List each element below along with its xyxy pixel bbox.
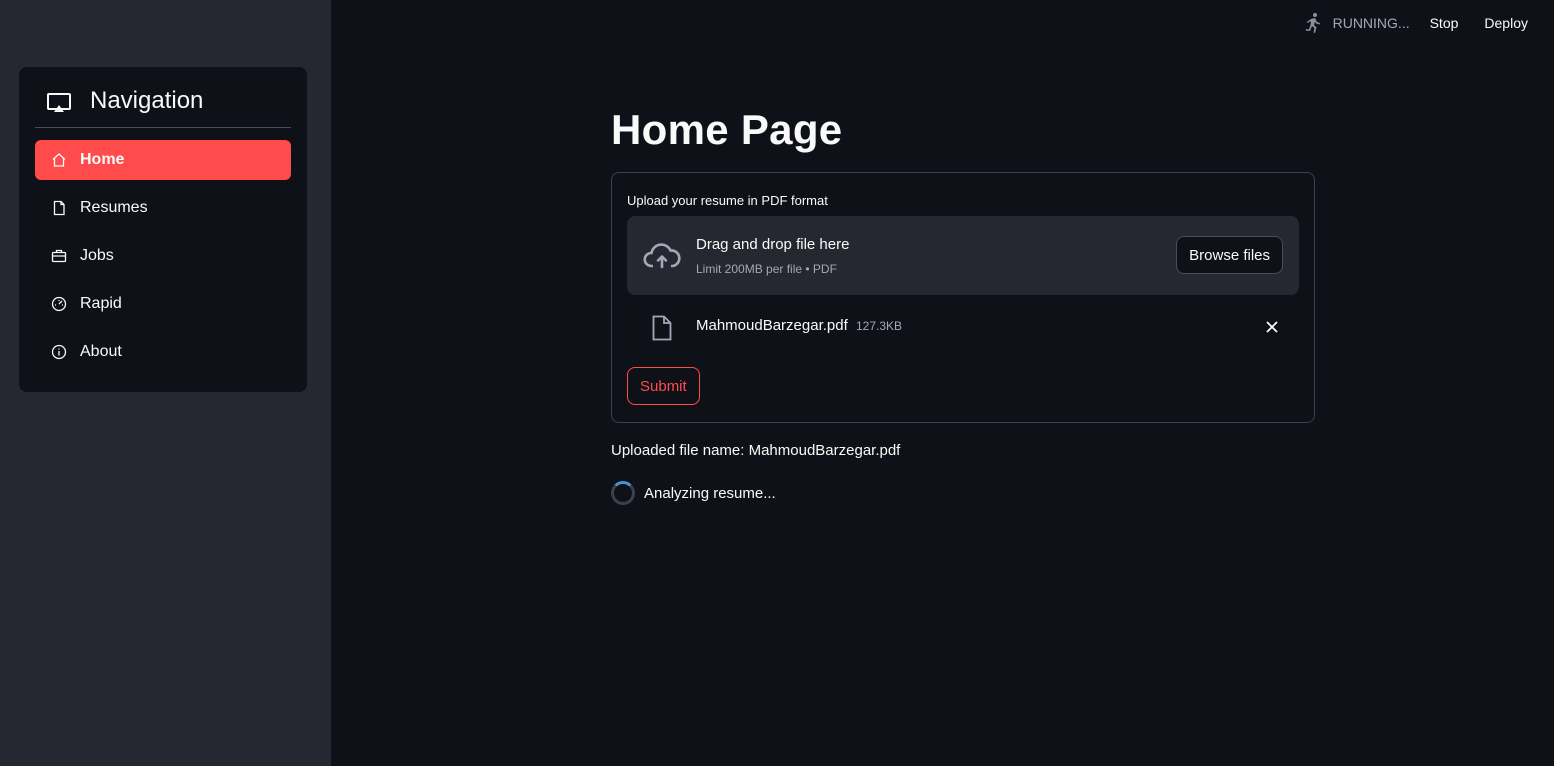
file-dropzone[interactable]: Drag and drop file here Limit 200MB per …: [627, 216, 1299, 295]
nav-item-label: About: [80, 343, 122, 360]
spinner-icon: [611, 481, 635, 505]
uploaded-file-row: MahmoudBarzegar.pdf 127.3KB: [627, 313, 1299, 345]
nav-item-label: Home: [80, 151, 125, 168]
monitor-icon: [45, 89, 73, 117]
stop-button[interactable]: Stop: [1430, 15, 1459, 31]
file-name: MahmoudBarzegar.pdf: [696, 317, 848, 334]
running-label: RUNNING...: [1332, 15, 1410, 31]
analyzing-status: Analyzing resume...: [611, 481, 776, 505]
top-toolbar: RUNNING... Stop Deploy: [1302, 0, 1554, 46]
upload-form: Upload your resume in PDF format Drag an…: [611, 172, 1315, 423]
navigation-menu: Navigation Home Resumes Jobs Rapid About: [19, 67, 307, 392]
dropzone-title: Drag and drop file here: [696, 236, 850, 253]
nav-item-home[interactable]: Home: [35, 140, 291, 180]
cloud-upload-icon: [643, 240, 681, 272]
nav-item-label: Jobs: [80, 247, 114, 264]
uploaded-file-text: Uploaded file name: MahmoudBarzegar.pdf: [611, 442, 901, 459]
running-man-icon: [1302, 12, 1324, 34]
browse-files-button[interactable]: Browse files: [1176, 236, 1283, 274]
main-content: Home Page Upload your resume in PDF form…: [611, 104, 1315, 505]
speedometer-icon: [51, 296, 67, 312]
nav-item-about[interactable]: About: [35, 332, 291, 372]
info-icon: [51, 344, 67, 360]
document-icon: [650, 315, 674, 341]
nav-item-resumes[interactable]: Resumes: [35, 188, 291, 228]
nav-item-jobs[interactable]: Jobs: [35, 236, 291, 276]
home-icon: [51, 152, 67, 168]
dropzone-limit: Limit 200MB per file • PDF: [696, 262, 837, 276]
navigation-header: Navigation: [35, 85, 291, 128]
briefcase-icon: [51, 248, 67, 264]
nav-item-label: Resumes: [80, 199, 148, 216]
analyzing-label: Analyzing resume...: [644, 484, 776, 502]
navigation-title: Navigation: [90, 87, 204, 114]
page-title: Home Page: [611, 106, 843, 153]
submit-button[interactable]: Submit: [627, 367, 700, 405]
nav-list: Home Resumes Jobs Rapid About: [35, 140, 291, 380]
nav-item-label: Rapid: [80, 295, 122, 312]
deploy-button[interactable]: Deploy: [1484, 15, 1528, 31]
file-size: 127.3KB: [856, 319, 903, 333]
running-status: RUNNING...: [1302, 12, 1410, 34]
file-icon: [51, 200, 67, 216]
remove-file-icon[interactable]: [1265, 320, 1279, 334]
sidebar: Navigation Home Resumes Jobs Rapid About: [0, 0, 331, 766]
nav-item-rapid[interactable]: Rapid: [35, 284, 291, 324]
uploader-label: Upload your resume in PDF format: [627, 193, 828, 208]
